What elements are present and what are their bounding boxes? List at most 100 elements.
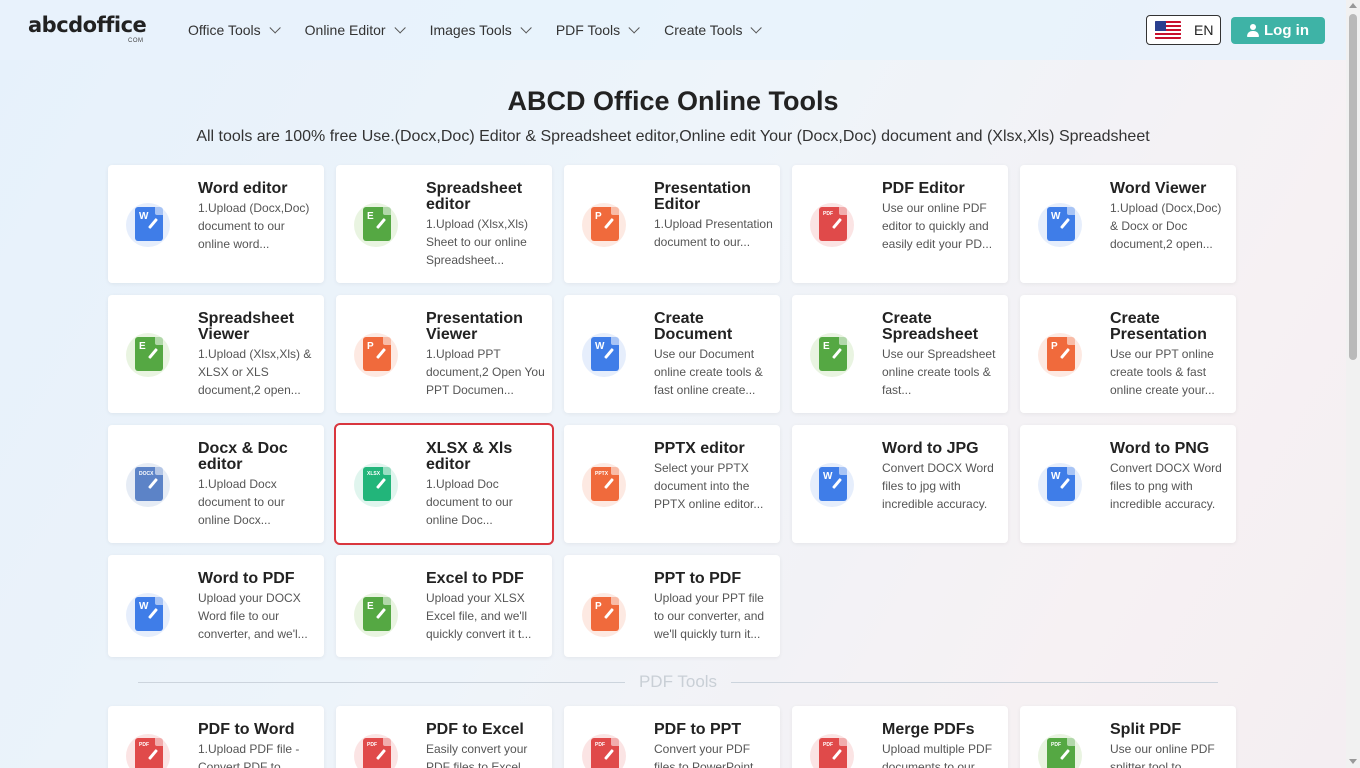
logo-subtext: COM	[128, 38, 144, 44]
chevron-down-icon	[394, 22, 406, 34]
tool-card[interactable]: PDF PDF to PPT Convert your PDF files to P…	[564, 706, 780, 768]
icon-letter: E	[139, 341, 146, 352]
split-pdf-icon: PDF	[1038, 734, 1082, 768]
icon-letter: W	[823, 471, 833, 482]
icon-letter: P	[595, 601, 602, 612]
icon-letter: PPTX	[595, 471, 609, 477]
tool-title: Spreadsheet editor	[426, 180, 523, 213]
site-logo[interactable]: abcdoffice COM	[28, 14, 148, 46]
icon-letter: PDF	[367, 742, 377, 748]
tool-description: 1.Upload (Docx,Doc) & Docx or Doc docume…	[1110, 201, 1222, 251]
chevron-down-icon	[520, 22, 532, 34]
tool-title: Create Presentation	[1110, 310, 1207, 343]
tool-card[interactable]: W Word to PDF Upload your DOCX Word file t…	[108, 555, 324, 657]
icon-letter: W	[1051, 211, 1061, 222]
language-selector[interactable]: EN	[1146, 15, 1221, 45]
main-nav: Office Tools Online Editor Images Tools …	[188, 0, 786, 60]
icon-letter: PDF	[823, 742, 833, 748]
excel-create-icon: E	[810, 333, 854, 377]
scrollbar-thumb[interactable]	[1349, 14, 1357, 360]
tool-description: 1.Upload (Xlsx,Xls) Sheet to our online …	[426, 217, 529, 267]
pptx-edit-icon: PPTX	[582, 463, 626, 507]
scroll-down-arrow-icon[interactable]	[1349, 759, 1357, 764]
tool-description: Use our Spreadsheet online create tools …	[882, 347, 996, 397]
icon-letter: W	[139, 601, 149, 612]
tool-description: Use our PPT online create tools & fast o…	[1110, 347, 1215, 397]
nav-create-tools[interactable]: Create Tools	[664, 22, 763, 38]
top-navbar: abcdoffice COM Office Tools Online Edito…	[0, 0, 1346, 60]
tool-card[interactable]: PDF PDF to Excel Easily convert your PDF f…	[336, 706, 552, 768]
pdf-to-ppt-icon: PDF	[582, 734, 626, 768]
tool-description: Select your PPTX document into the PPTX …	[654, 461, 764, 511]
tool-card[interactable]: P Create Presentation Use our PPT online c…	[1020, 295, 1236, 413]
icon-letter: XLSX	[367, 471, 381, 477]
tool-card[interactable]: PDF PDF Editor Use our online PDF editor t…	[792, 165, 1008, 283]
icon-letter: E	[367, 211, 374, 222]
scroll-up-arrow-icon[interactable]	[1349, 3, 1357, 8]
tool-title: PDF to PPT	[654, 721, 742, 738]
word-edit-icon: W	[126, 203, 170, 247]
docx-edit-icon: DOCX	[126, 463, 170, 507]
excel-edit-icon: E	[354, 203, 398, 247]
chevron-down-icon	[269, 22, 281, 34]
language-code: EN	[1194, 22, 1214, 38]
tool-card[interactable]: DOCX Docx & Doc editor 1.Upload Docx docum…	[108, 425, 324, 543]
tool-title: Merge PDFs	[882, 721, 975, 738]
nav-office-tools[interactable]: Office Tools	[188, 22, 281, 38]
icon-letter: PDF	[595, 742, 605, 748]
tool-card[interactable]: P Presentation Editor 1.Upload Presentatio…	[564, 165, 780, 283]
pdf-to-excel-icon: PDF	[354, 734, 398, 768]
tool-card[interactable]: PDF Split PDF Use our online PDF splitter …	[1020, 706, 1236, 768]
tool-card[interactable]: PPTX PPTX editor Select your PPTX document…	[564, 425, 780, 543]
tool-card[interactable]: XLSX XLSX & Xls editor 1.Upload Doc docume…	[334, 423, 554, 545]
tool-description: Upload your XLSX Excel file, and we'll q…	[426, 591, 532, 641]
tool-card[interactable]: E Create Spreadsheet Use our Spreadsheet o…	[792, 295, 1008, 413]
ppt-edit-icon: P	[582, 203, 626, 247]
icon-letter: E	[823, 341, 830, 352]
tool-description: 1.Upload Doc document to our online Doc.…	[426, 477, 513, 527]
tool-card[interactable]: PDF Merge PDFs Upload multiple PDF documen…	[792, 706, 1008, 768]
nav-images-tools[interactable]: Images Tools	[430, 22, 532, 38]
tool-title: Presentation Editor	[654, 180, 751, 213]
chevron-down-icon	[628, 22, 640, 34]
tool-title: PDF to Word	[198, 721, 295, 738]
tool-card[interactable]: W Word Viewer 1.Upload (Docx,Doc) & Docx o…	[1020, 165, 1236, 283]
tool-card[interactable]: W Word to PNG Convert DOCX Word files to p…	[1020, 425, 1236, 543]
tool-title: Excel to PDF	[426, 570, 524, 587]
tool-card[interactable]: PDF PDF to Word 1.Upload PDF file - Conver…	[108, 706, 324, 768]
tool-card[interactable]: P Presentation Viewer 1.Upload PPT documen…	[336, 295, 552, 413]
tool-card[interactable]: E Spreadsheet editor 1.Upload (Xlsx,Xls) S…	[336, 165, 552, 283]
chevron-down-icon	[750, 22, 763, 34]
login-label: Log in	[1264, 22, 1309, 39]
tool-description: Use our online PDF editor to quickly and…	[882, 201, 993, 251]
ppt-create-icon: P	[1038, 333, 1082, 377]
tool-card[interactable]: E Excel to PDF Upload your XLSX Excel file…	[336, 555, 552, 657]
tool-card[interactable]: W Create Document Use our Document online …	[564, 295, 780, 413]
tool-title: PDF Editor	[882, 180, 965, 197]
tool-title: Word to PNG	[1110, 440, 1210, 457]
tool-card[interactable]: W Word to JPG Convert DOCX Word files to j…	[792, 425, 1008, 543]
nav-online-editor[interactable]: Online Editor	[305, 22, 406, 38]
tool-card[interactable]: W Word editor 1.Upload (Docx,Doc) document…	[108, 165, 324, 283]
tool-title: Word editor	[198, 180, 288, 197]
tool-title: Create Spreadsheet	[882, 310, 979, 343]
tool-card[interactable]: E Spreadsheet Viewer 1.Upload (Xlsx,Xls) &…	[108, 295, 324, 413]
login-button[interactable]: Log in	[1231, 17, 1325, 44]
tool-title: Split PDF	[1110, 721, 1182, 738]
page-scrollbar[interactable]	[1346, 0, 1360, 768]
page-title: ABCD Office Online Tools	[507, 86, 839, 116]
tool-title: Word Viewer	[1110, 180, 1207, 197]
tool-title: Presentation Viewer	[426, 310, 523, 343]
icon-letter: W	[1051, 471, 1061, 482]
tool-card[interactable]: P PPT to PDF Upload your PPT file to our c…	[564, 555, 780, 657]
tool-title: Spreadsheet Viewer	[198, 310, 295, 343]
excel-to-pdf-icon: E	[354, 593, 398, 637]
section-divider: PDF Tools	[138, 670, 1219, 694]
section-title: PDF Tools	[638, 672, 718, 691]
divider-line	[731, 681, 1219, 683]
tool-title: PPT to PDF	[654, 570, 742, 587]
icon-letter: P	[595, 211, 602, 222]
nav-pdf-tools[interactable]: PDF Tools	[556, 22, 640, 38]
nav-label: Create Tools	[664, 22, 743, 38]
pdf-edit-icon: PDF	[810, 203, 854, 247]
